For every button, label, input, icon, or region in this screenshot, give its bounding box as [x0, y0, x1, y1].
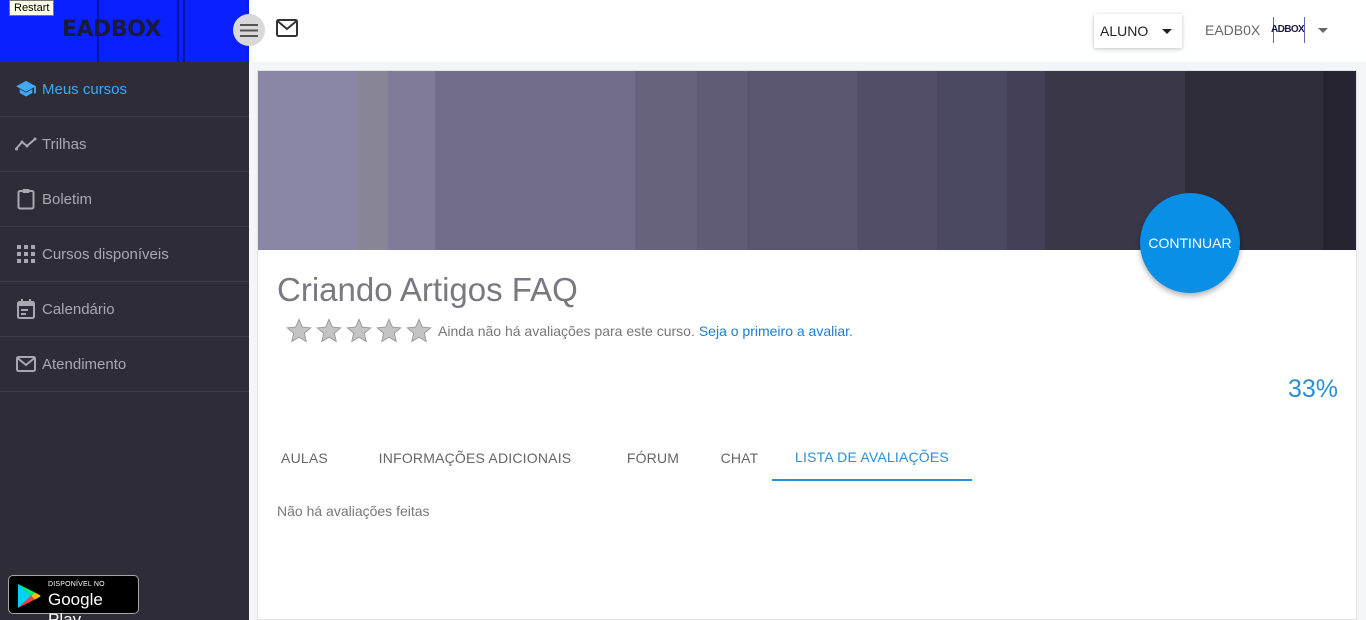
star-icon[interactable] — [284, 317, 314, 345]
calendar-icon — [15, 298, 37, 320]
sidebar-item-trilhas[interactable]: Trilhas — [0, 117, 249, 172]
messages-button[interactable] — [276, 19, 298, 42]
sidebar-item-cursos-disponiveis[interactable]: Cursos disponíveis — [0, 227, 249, 282]
sidebar-item-meus-cursos[interactable]: Meus cursos — [0, 62, 249, 117]
sidebar-item-label: Cursos disponíveis — [42, 245, 169, 263]
sidebar: EADBOX Restart Meus cursos Trilhas Bolet… — [0, 0, 249, 620]
main-content: CONTINUAR Criando Artigos FAQ Ainda não … — [249, 62, 1366, 620]
course-tabs: AULAS INFORMAÇÕES ADICIONAIS FÓRUM CHAT … — [258, 435, 972, 481]
restart-tooltip: Restart — [9, 0, 55, 16]
sidebar-item-label: Meus cursos — [42, 80, 128, 98]
role-select[interactable]: ALUNO — [1094, 14, 1182, 48]
graduation-cap-icon — [15, 78, 37, 100]
grid-icon — [15, 243, 37, 265]
tab-informacoes-adicionais[interactable]: INFORMAÇÕES ADICIONAIS — [351, 435, 599, 481]
clipboard-icon — [15, 188, 37, 210]
star-icon[interactable] — [344, 317, 374, 345]
user-menu-caret-icon[interactable] — [1318, 28, 1328, 33]
sidebar-nav: Meus cursos Trilhas Boletim Cursos dispo… — [0, 62, 249, 392]
tab-forum[interactable]: FÓRUM — [599, 435, 707, 481]
avatar-text: ADBOX — [1271, 24, 1305, 35]
sidebar-item-label: Boletim — [42, 190, 93, 208]
course-progress: 33% — [1287, 375, 1338, 403]
hamburger-icon — [240, 23, 258, 37]
sidebar-item-label: Trilhas — [42, 135, 87, 153]
sidebar-item-calendario[interactable]: Calendário — [0, 282, 249, 337]
sidebar-item-boletim[interactable]: Boletim — [0, 172, 249, 227]
avatar[interactable]: ADBOX — [1271, 17, 1307, 43]
user-name: EADB0X — [1205, 22, 1261, 38]
star-icon[interactable] — [374, 317, 404, 345]
logo-text: EADBOX — [62, 17, 161, 42]
caret-down-icon — [1162, 29, 1172, 34]
trend-line-icon — [15, 133, 37, 155]
mail-icon — [276, 19, 298, 37]
tab-lista-de-avaliacoes[interactable]: LISTA DE AVALIAÇÕES — [772, 435, 972, 481]
google-play-text: Google Play — [48, 590, 103, 620]
role-select-value: ALUNO — [1100, 23, 1149, 39]
rating-row: Ainda não há avaliações para este curso.… — [284, 317, 853, 345]
sidebar-item-label: Atendimento — [42, 355, 127, 373]
rating-status-text: Ainda não há avaliações para este curso. — [438, 323, 695, 339]
course-title: Criando Artigos FAQ — [277, 271, 578, 308]
google-play-icon — [18, 584, 41, 608]
google-play-small-text: DISPONÍVEL NO — [48, 581, 105, 588]
star-rating[interactable] — [284, 317, 434, 345]
continue-button[interactable]: CONTINUAR — [1140, 193, 1240, 293]
sidebar-item-atendimento[interactable]: Atendimento — [0, 337, 249, 392]
menu-button[interactable] — [233, 14, 265, 46]
star-icon[interactable] — [314, 317, 344, 345]
course-card: CONTINUAR Criando Artigos FAQ Ainda não … — [257, 70, 1357, 620]
tab-aulas[interactable]: AULAS — [258, 435, 351, 481]
star-icon[interactable] — [404, 317, 434, 345]
tab-chat[interactable]: CHAT — [707, 435, 772, 481]
mail-icon — [15, 353, 37, 375]
top-bar: ALUNO EADB0X ADBOX — [233, 0, 1366, 62]
rate-course-link[interactable]: Seja o primeiro a avaliar. — [699, 323, 853, 339]
google-play-badge[interactable]: DISPONÍVEL NO Google Play — [8, 575, 139, 620]
sidebar-item-label: Calendário — [42, 300, 115, 318]
empty-reviews-message: Não há avaliações feitas — [277, 503, 430, 519]
